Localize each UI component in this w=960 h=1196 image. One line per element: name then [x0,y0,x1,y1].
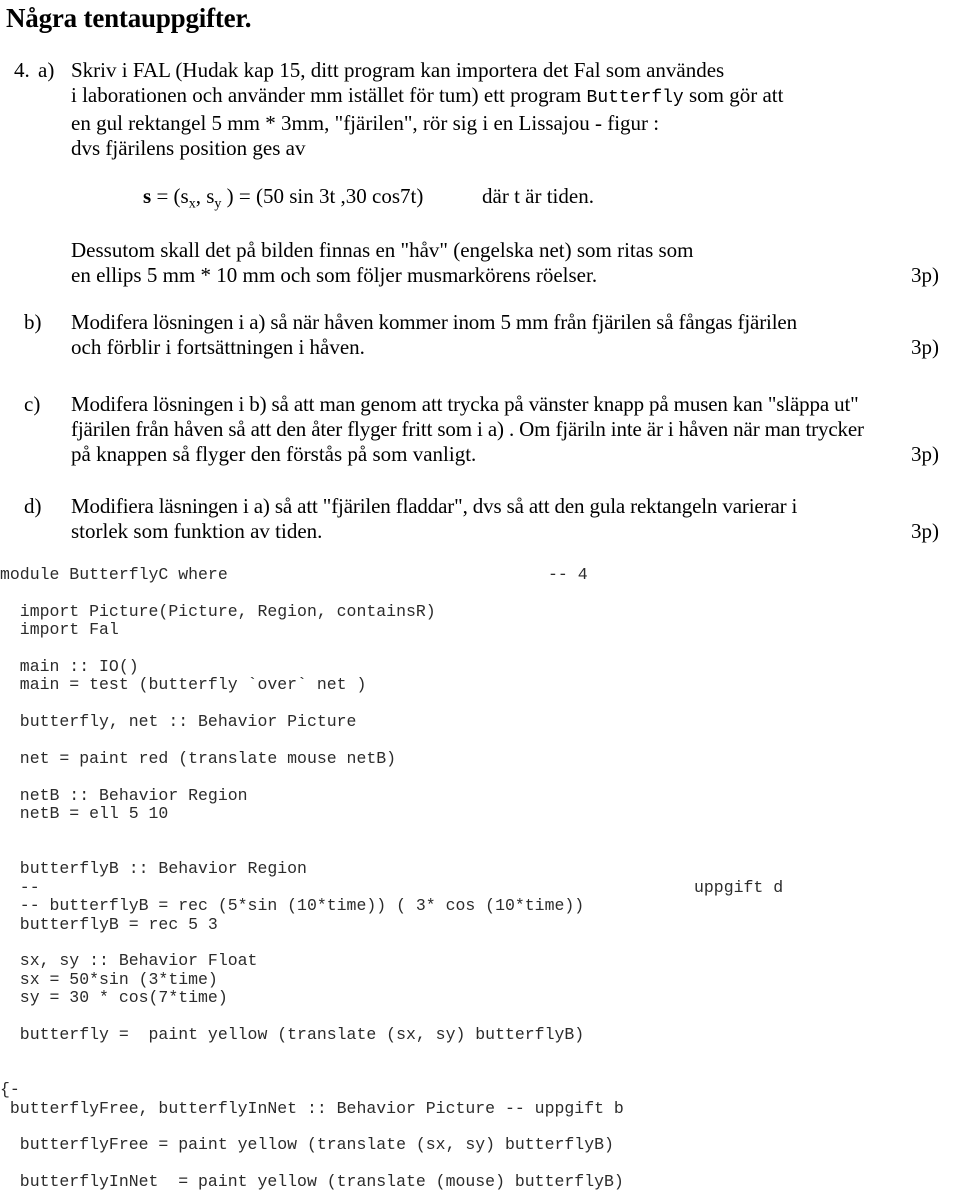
code-line: import Fal [0,621,960,639]
code-line: butterfly, net :: Behavior Picture [0,713,960,731]
question-a-extra-body: Dessutom skall det på bilden finnas en "… [71,238,901,288]
question-a-line-3: en gul rektangel 5 mm * 3mm, "fjärilen",… [71,111,660,135]
code-line: {- [0,1081,960,1099]
code-line: butterfly = paint yellow (translate (sx,… [0,1025,960,1045]
question-a-label: a) [38,58,55,82]
code-line-text: -- butterflyB = rec (5*sin (10*time)) ( … [0,896,585,916]
code-line-text: main :: IO() [0,657,139,676]
question-b-line-2: och förblir i fortsättningen i håven. [71,335,365,359]
code-annotation: uppgift d [694,877,784,897]
question-c-line-2: fjärilen från håven så att den åter flyg… [71,417,864,441]
code-line: net = paint red (translate mouse netB) [0,749,960,768]
question-c-line-3: på knappen så flyger den förstås på som … [71,442,477,466]
question-a-line-1: Skriv i FAL (Hudak kap 15, ditt program … [71,58,725,82]
code-line-text: sy = 30 * cos(7*time) [0,988,228,1008]
question-d-label: d) [24,494,42,518]
code-line-text: module ButterflyC where [0,565,228,584]
question-c-line-1: Modifera lösningen i b) så att man genom… [71,392,859,416]
code-line-text: netB = ell 5 10 [0,804,169,824]
code-line: netB = ell 5 10 [0,805,960,823]
question-a-line-2-pre: i laborationen och använder mm istället … [71,83,587,107]
code-line-text: butterflyInNet = paint yellow (translate… [0,1172,624,1192]
code-line: sx = 50*sin (3*time) [0,969,960,989]
question-d-line-1: Modifiera läsningen i a) så att "fjärile… [71,494,798,518]
code-line-text: import Picture(Picture, Region, contains… [0,601,436,621]
code-line: -- uppgift d [0,877,960,897]
code-line-text: sx, sy :: Behavior Float [0,951,258,971]
question-a-line-2: i laborationen och använder mm istället … [71,83,901,111]
question-a-line-2-post: som gör att [683,83,784,107]
question-a-body: Skriv i FAL (Hudak kap 15, ditt program … [71,58,901,161]
code-line: butterflyFree = paint yellow (translate … [0,1136,960,1154]
code-line-text: sx = 50*sin (3*time) [0,969,218,989]
code-line-text: -- [0,877,40,897]
points-c: 3p) [911,442,939,466]
code-line-text: net = paint red (translate mouse netB) [0,749,397,768]
code-line-text: {- [0,1080,20,1100]
question-number: 4. [14,58,30,82]
formula-eq2: ) = (50 sin 3t ,30 cos7t) [221,184,424,208]
code-line: sy = 30 * cos(7*time) [0,989,960,1007]
formula-note: där t är tiden. [482,184,594,208]
page-title: Några tentauppgifter. [6,3,252,33]
points-a: 3p) [911,263,939,287]
code-line-text: main = test (butterfly `over` net ) [0,675,367,695]
code-line-text: butterfly, net :: Behavior Picture [0,712,357,732]
question-b-body: Modifera lösningen i a) så när håven kom… [71,310,901,360]
code-line-text: butterflyB = rec 5 3 [0,914,218,934]
code-line: butterflyB :: Behavior Region [0,860,960,878]
code-line: import Picture(Picture, Region, contains… [0,601,960,621]
question-b-label: b) [24,310,42,334]
code-line: butterflyFree, butterflyInNet :: Behavio… [0,1098,960,1118]
question-a-extra-line-2: en ellips 5 mm * 10 mm och som följer mu… [71,263,598,287]
code-line: butterflyB = rec 5 3 [0,914,960,934]
question-b-line-1: Modifera lösningen i a) så när håven kom… [71,310,797,334]
question-d-body: Modifiera läsningen i a) så att "fjärile… [71,494,960,544]
question-c-label: c) [24,392,41,416]
points-b: 3p) [911,335,939,359]
points-d: 3p) [911,519,939,543]
code-listing: module ButterflyC where -- 4 import Pictu… [0,565,960,1192]
code-line-text: butterflyB :: Behavior Region [0,859,307,879]
question-a-extra-line-1: Dessutom skall det på bilden finnas en "… [71,238,694,262]
code-line: sx, sy :: Behavior Float [0,952,960,970]
code-line: butterflyInNet = paint yellow (translate… [0,1173,960,1191]
butterfly-code-token: Butterfly [586,88,684,108]
code-line: main = test (butterfly `over` net ) [0,676,960,694]
code-line-text: butterflyFree, butterflyInNet :: Behavio… [0,1098,624,1118]
code-line-text: butterflyFree = paint yellow (translate … [0,1135,614,1155]
formula-mid: , s [195,184,215,208]
question-d-line-2: storlek som funktion av tiden. [71,519,323,543]
question-a-line-4: dvs fjärilens position ges av [71,136,306,160]
code-line-text: netB :: Behavior Region [0,785,248,805]
formula-sub-x: x [188,196,196,212]
position-formula: s = (sx, sy ) = (50 sin 3t ,30 cos7t) [143,184,424,212]
code-line: main :: IO() [0,657,960,676]
code-line: module ButterflyC where -- 4 [0,565,960,584]
code-line-text: import Fal [0,620,119,640]
document-page: Några tentauppgifter. 4. a) Skriv i FAL … [0,0,960,1196]
formula-vector-s: s [143,184,152,208]
code-line: netB :: Behavior Region [0,785,960,805]
code-line: -- butterflyB = rec (5*sin (10*time)) ( … [0,897,960,915]
question-c-body: Modifera lösningen i b) så att man genom… [71,392,960,467]
formula-eq1: = (s [151,184,189,208]
code-line-text: butterfly = paint yellow (translate (sx,… [0,1025,585,1045]
code-annotation: -- 4 [548,565,588,584]
